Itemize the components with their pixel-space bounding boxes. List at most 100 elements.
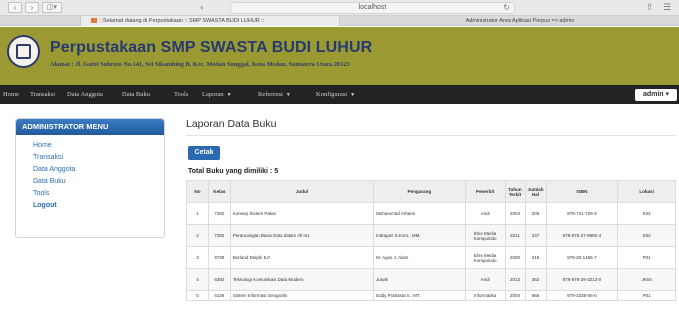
tab-site[interactable]: ::Selamat datang di Perpustakaan :: SMP … [80, 16, 340, 26]
col-header-penerbit: Penerbit [464, 180, 506, 203]
main-navbar: Home Transaksi Data Anggota Data Buku To… [0, 85, 679, 104]
cell-penerbit: Elex Media Kompuindo [464, 224, 506, 247]
cell-tahun: 2011 [504, 224, 526, 247]
print-button[interactable]: Cetak [188, 146, 220, 160]
cell-isbn: 978-979-27-9980-4 [545, 224, 619, 247]
cell-pengarang: Muhammad Arhami [373, 202, 466, 225]
page-title: Laporan Data Buku [186, 118, 277, 130]
tab-admin-label: Administrator Area Aplikasi Perpus => ad… [465, 18, 575, 24]
col-header-kelas: Kelas [207, 180, 231, 203]
user-name: admin [642, 91, 664, 98]
caret-down-icon: ▼ [350, 93, 356, 98]
caret-down-icon: ▾ [665, 91, 670, 98]
cell-penerbit: Informatika [464, 290, 506, 301]
cell-isbn: 979-3338-06-0 [545, 290, 619, 301]
nav-home[interactable]: Home [3, 85, 19, 104]
sidebar-item-data-anggota[interactable]: Data Anggota [33, 164, 164, 176]
address-bar[interactable]: localhost ↻ [230, 2, 515, 14]
cell-isbn: 979-731-729-3 [545, 202, 619, 225]
cell-pengarang: Eddy Prahasta Ir., MT. [373, 290, 466, 301]
cell-judul: Perancangan Basis Data dalam All In1 [229, 224, 375, 247]
browser-toolbar: ‹ › ◫▾ ◐ localhost ↻ ⇧ ☰ [0, 0, 679, 16]
tab-bar: ::Selamat datang di Perpustakaan :: SMP … [0, 16, 679, 26]
cell-isbn: 979-20-1466-7 [545, 246, 619, 269]
caret-down-icon: ▼ [226, 93, 232, 98]
sidebar-menu: Home Transaksi Data Anggota Data Buku To… [16, 135, 164, 212]
nav-buttons: ‹ › [8, 2, 39, 13]
admin-sidebar: ADMINISTRATOR MENU Home Transaksi Data A… [15, 118, 165, 238]
sidebar-item-tools[interactable]: Tools [33, 188, 164, 200]
books-table: No Kelas Judul Pengarang Penerbit Tahun … [186, 180, 676, 301]
cell-judul: Konsep Sistem Pakar [229, 202, 375, 225]
cell-lokasi: K02 [617, 202, 676, 225]
sidebar-item-transaksi[interactable]: Transaksi [33, 152, 164, 164]
forward-icon[interactable]: › [25, 2, 39, 13]
cell-tahun: 2004 [504, 202, 526, 225]
cell-pengarang: Indrajani S.Kom., MM. [373, 224, 466, 247]
cell-penerbit: Andi [464, 202, 506, 225]
nav-transaksi[interactable]: Transaksi [30, 85, 55, 104]
cell-tahun: 2004 [504, 290, 526, 301]
site-address: Alamat : Jl. Gatot Subroto No.141, Sei S… [50, 61, 350, 68]
cell-jumlah: 205 [524, 202, 547, 225]
col-header-pengarang: Pengarang [373, 180, 466, 203]
divider [186, 135, 676, 136]
cell-lokasi: P01 [617, 246, 676, 269]
nav-tools[interactable]: Tools [174, 85, 188, 104]
site-title: Perpustakaan SMP SWASTA BUDI LUHUR [50, 39, 373, 56]
cell-kelas: 7392 [207, 202, 231, 225]
cell-no: 5 [186, 290, 209, 301]
cell-no: 4 [186, 268, 209, 291]
tab-admin[interactable]: Administrator Area Aplikasi Perpus => ad… [400, 16, 640, 26]
cell-judul: Teknologi Komunikasi Data Modern [229, 268, 375, 291]
cell-no: 1 [186, 202, 209, 225]
col-header-isbn: ISBN [545, 180, 619, 203]
cell-judul: Borland Delphi 5.0 [229, 246, 375, 269]
col-header-no: No [186, 180, 209, 203]
nav-referensi[interactable]: Referensi ▼ [258, 85, 291, 104]
cell-pengarang: Jusak [373, 268, 466, 291]
cell-kelas: 7392 [207, 224, 231, 247]
tabs-overview-icon[interactable]: ☰ [663, 2, 671, 13]
total-books-label: Total Buku yang dimiliki : 5 [188, 168, 279, 175]
cell-no: 3 [186, 246, 209, 269]
caret-down-icon: ▼ [285, 93, 291, 98]
nav-referensi-label: Referensi [258, 91, 283, 98]
cell-lokasi: P01 [617, 290, 676, 301]
back-icon[interactable]: ‹ [8, 2, 22, 13]
share-icon[interactable]: ⇧ [646, 2, 654, 13]
cell-jumlah: 215 [524, 246, 547, 269]
sidebar-item-data-buku[interactable]: Data Buku [33, 176, 164, 188]
cell-jumlah: 666 [524, 290, 547, 301]
nav-konfigurasi[interactable]: Konfigurasi ▼ [316, 85, 355, 104]
sidebar-item-home[interactable]: Home [33, 140, 164, 152]
col-header-lokasi: Lokasi [617, 180, 676, 203]
table-row: 1 7392 Konsep Sistem Pakar Muhammad Arha… [186, 202, 676, 225]
tab-site-label: ::Selamat datang di Perpustakaan :: SMP … [100, 18, 265, 24]
cell-tahun: 2000 [504, 246, 526, 269]
cell-no: 2 [186, 224, 209, 247]
cell-lokasi: JK04 [617, 268, 676, 291]
nav-konfigurasi-label: Konfigurasi [316, 91, 348, 98]
nav-data-anggota[interactable]: Data Anggota [67, 85, 103, 104]
col-header-judul: Judul [229, 180, 375, 203]
cell-isbn: 978-979-29-3213-0 [545, 268, 619, 291]
cell-lokasi: K02 [617, 224, 676, 247]
cell-tahun: 2013 [504, 268, 526, 291]
reload-icon[interactable]: ↻ [503, 3, 510, 13]
user-menu-button[interactable]: admin ▾ [635, 89, 677, 101]
nav-laporan[interactable]: Laporan ▼ [202, 85, 232, 104]
privacy-icon[interactable]: ◐ [200, 3, 205, 12]
sidebar-title: ADMINISTRATOR MENU [16, 119, 164, 135]
col-header-jumlah-hal: Jumlah Hal [524, 180, 547, 203]
cell-kelas: 6136 [207, 290, 231, 301]
cell-pengarang: M. Agus J. Alam [373, 246, 466, 269]
sidebar-toggle-icon[interactable]: ◫▾ [42, 2, 62, 13]
nav-data-buku[interactable]: Data Buku [122, 85, 150, 104]
table-row: 2 7392 Perancangan Basis Data dalam All … [186, 224, 676, 247]
cell-penerbit: Andi [464, 268, 506, 291]
cell-judul: Sistem Informasi Geografis [229, 290, 375, 301]
sidebar-item-logout[interactable]: Logout [33, 200, 164, 212]
table-row: 4 6392 Teknologi Komunikasi Data Modern … [186, 268, 676, 291]
cell-kelas: 6392 [207, 268, 231, 291]
